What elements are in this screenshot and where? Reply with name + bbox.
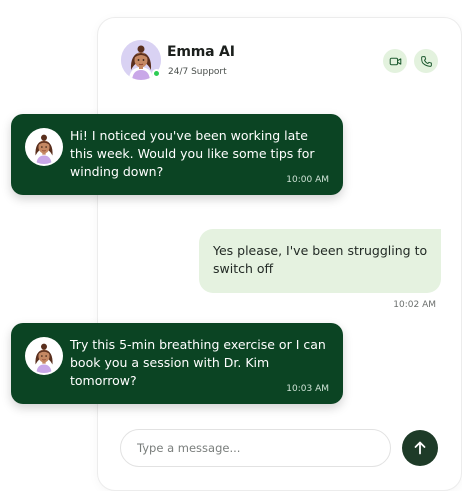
message-time: 10:02 AM [393,300,436,310]
voice-call-button[interactable] [414,49,438,73]
agent-name: Emma AI [167,44,235,60]
bot-message: Hi! I noticed you've been working late t… [11,114,343,195]
message-text: Hi! I noticed you've been working late t… [70,128,315,179]
message-time: 10:03 AM [286,384,329,394]
message-composer [120,429,391,467]
phone-icon [420,55,432,67]
bot-avatar-image [27,339,61,373]
online-status-dot [152,69,161,78]
message-input[interactable] [121,430,390,466]
message-text: Yes please, I've been struggling to swit… [213,243,428,276]
user-message: Yes please, I've been struggling to swit… [199,229,441,293]
bot-avatar [25,337,63,375]
bot-avatar [25,128,63,166]
video-call-button[interactable] [383,49,407,73]
arrow-up-icon [414,441,426,455]
message-text: Try this 5-min breathing exercise or I c… [70,337,326,388]
video-camera-icon [389,57,401,65]
message-time: 10:00 AM [286,175,329,185]
agent-subtitle: 24/7 Support [168,67,227,77]
send-button[interactable] [402,430,438,466]
bot-avatar-image [27,130,61,164]
bot-message: Try this 5-min breathing exercise or I c… [11,323,343,404]
agent-avatar [121,40,161,80]
